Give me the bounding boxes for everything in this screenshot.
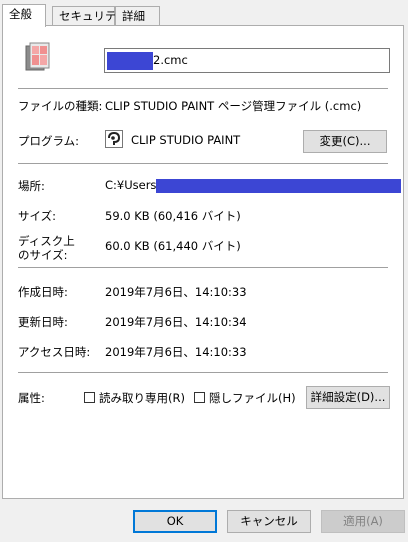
size-label: サイズ:	[18, 209, 57, 223]
advanced-attributes-button[interactable]: 詳細設定(D)...	[306, 386, 390, 409]
created-label: 作成日時:	[18, 285, 68, 299]
redaction-block	[107, 51, 153, 70]
modified-label: 更新日時:	[18, 315, 68, 329]
tab-details-label: 詳細	[122, 9, 145, 23]
tab-security[interactable]: セキュリティ	[52, 6, 127, 25]
size-value: 59.0 KB (60,416 バイト)	[105, 209, 241, 223]
ok-button[interactable]: OK	[133, 510, 217, 533]
separator	[18, 267, 388, 268]
program-value: CLIP STUDIO PAINT	[131, 133, 241, 147]
created-value: 2019年7月6日、14:10:33	[105, 285, 247, 299]
file-type-value: CLIP STUDIO PAINT ページ管理ファイル (.cmc)	[105, 99, 362, 113]
disk-size-label-line1: ディスク上	[18, 234, 75, 248]
tab-general[interactable]: 全般	[2, 4, 46, 27]
separator	[18, 163, 388, 164]
accessed-value: 2019年7月6日、14:10:33	[105, 345, 247, 359]
readonly-label[interactable]: 読み取り専用(R)	[99, 390, 185, 406]
disk-size-label: ディスク上 のサイズ:	[18, 234, 75, 262]
hidden-label[interactable]: 隠しファイル(H)	[209, 390, 296, 406]
tab-details[interactable]: 詳細	[115, 6, 160, 25]
apply-button[interactable]: 適用(A)	[321, 510, 405, 533]
file-type-label: ファイルの種類:	[18, 99, 103, 113]
general-panel: 2.cmc ファイルの種類: CLIP STUDIO PAINT ページ管理ファ…	[2, 25, 404, 499]
file-icon	[21, 40, 53, 72]
file-name-suffix: 2.cmc	[153, 53, 188, 67]
location-value: C:¥Users	[105, 178, 402, 193]
modified-value: 2019年7月6日、14:10:34	[105, 315, 247, 329]
hidden-checkbox[interactable]	[194, 392, 205, 403]
file-name-field[interactable]: 2.cmc	[104, 48, 390, 73]
readonly-checkbox[interactable]	[84, 392, 95, 403]
separator	[18, 88, 388, 89]
program-label: プログラム:	[18, 134, 80, 148]
redaction-block	[156, 178, 402, 193]
change-program-button[interactable]: 変更(C)...	[303, 130, 387, 153]
tab-general-label: 全般	[9, 7, 32, 21]
location-label: 場所:	[18, 179, 45, 193]
cancel-button[interactable]: キャンセル	[227, 510, 311, 533]
program-icon	[105, 130, 123, 148]
disk-size-label-line2: のサイズ:	[18, 248, 68, 262]
attributes-label: 属性:	[18, 391, 45, 405]
disk-size-value: 60.0 KB (61,440 バイト)	[105, 239, 241, 253]
separator	[18, 372, 388, 373]
accessed-label: アクセス日時:	[18, 345, 91, 359]
location-prefix: C:¥Users	[105, 178, 157, 192]
